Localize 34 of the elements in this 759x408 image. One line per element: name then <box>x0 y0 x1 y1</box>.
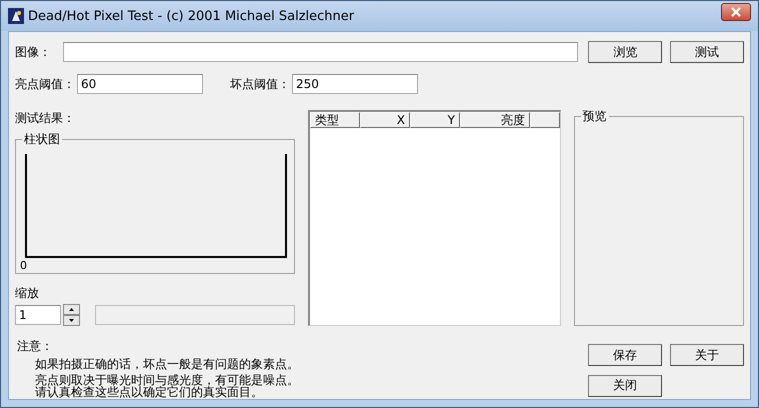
note-text: 请认真检查这些点以确定它们的真实面目。 <box>35 385 264 399</box>
dialog-button[interactable]: 浏览 <box>588 41 662 63</box>
close-icon <box>730 7 742 17</box>
zoom-label: 缩放 <box>15 285 40 302</box>
axis-label: 0 <box>20 259 27 272</box>
notes-title: 注意： <box>17 338 54 355</box>
dialog-button[interactable]: 测试 <box>670 41 744 63</box>
group-title: 预览 <box>580 108 609 125</box>
threshold-field[interactable]: 250 <box>292 74 418 94</box>
threshold-field[interactable]: 60 <box>77 74 203 94</box>
spin-down-button[interactable] <box>63 315 80 326</box>
header-filler <box>530 112 560 128</box>
column-header[interactable]: 类型 <box>310 112 360 128</box>
close-button[interactable] <box>721 3 751 21</box>
image-path-field[interactable] <box>63 42 578 62</box>
threshold-label: 坏点阈值： <box>230 76 290 92</box>
down-arrow-icon <box>69 319 74 322</box>
app-icon <box>8 8 24 24</box>
dialog-button[interactable]: 保存 <box>588 344 662 366</box>
up-arrow-icon <box>69 308 74 311</box>
spin-up-button[interactable] <box>63 304 80 315</box>
dialog-button[interactable]: 关于 <box>670 344 744 366</box>
note-text: 亮点则取决于曝光时间与感光度，有可能是噪点。 <box>35 373 300 387</box>
results-list[interactable]: 类型 X Y 亮度 <box>308 110 561 326</box>
window-title: Dead/Hot Pixel Test - (c) 2001 Michael Salzlechner <box>28 8 356 24</box>
dialog-button[interactable]: 关闭 <box>588 374 662 396</box>
column-header[interactable]: X <box>360 112 410 128</box>
zoom-field[interactable]: 1 <box>15 305 61 325</box>
note-text: 如果拍摄正确的话，坏点一般是有问题的象素点。 <box>35 357 300 371</box>
image-label: 图像： <box>15 44 51 60</box>
column-header[interactable]: Y <box>410 112 460 128</box>
threshold-label: 亮点阈值： <box>15 76 75 92</box>
column-header[interactable]: 亮度 <box>460 112 530 128</box>
results-label: 测试结果： <box>15 110 76 127</box>
